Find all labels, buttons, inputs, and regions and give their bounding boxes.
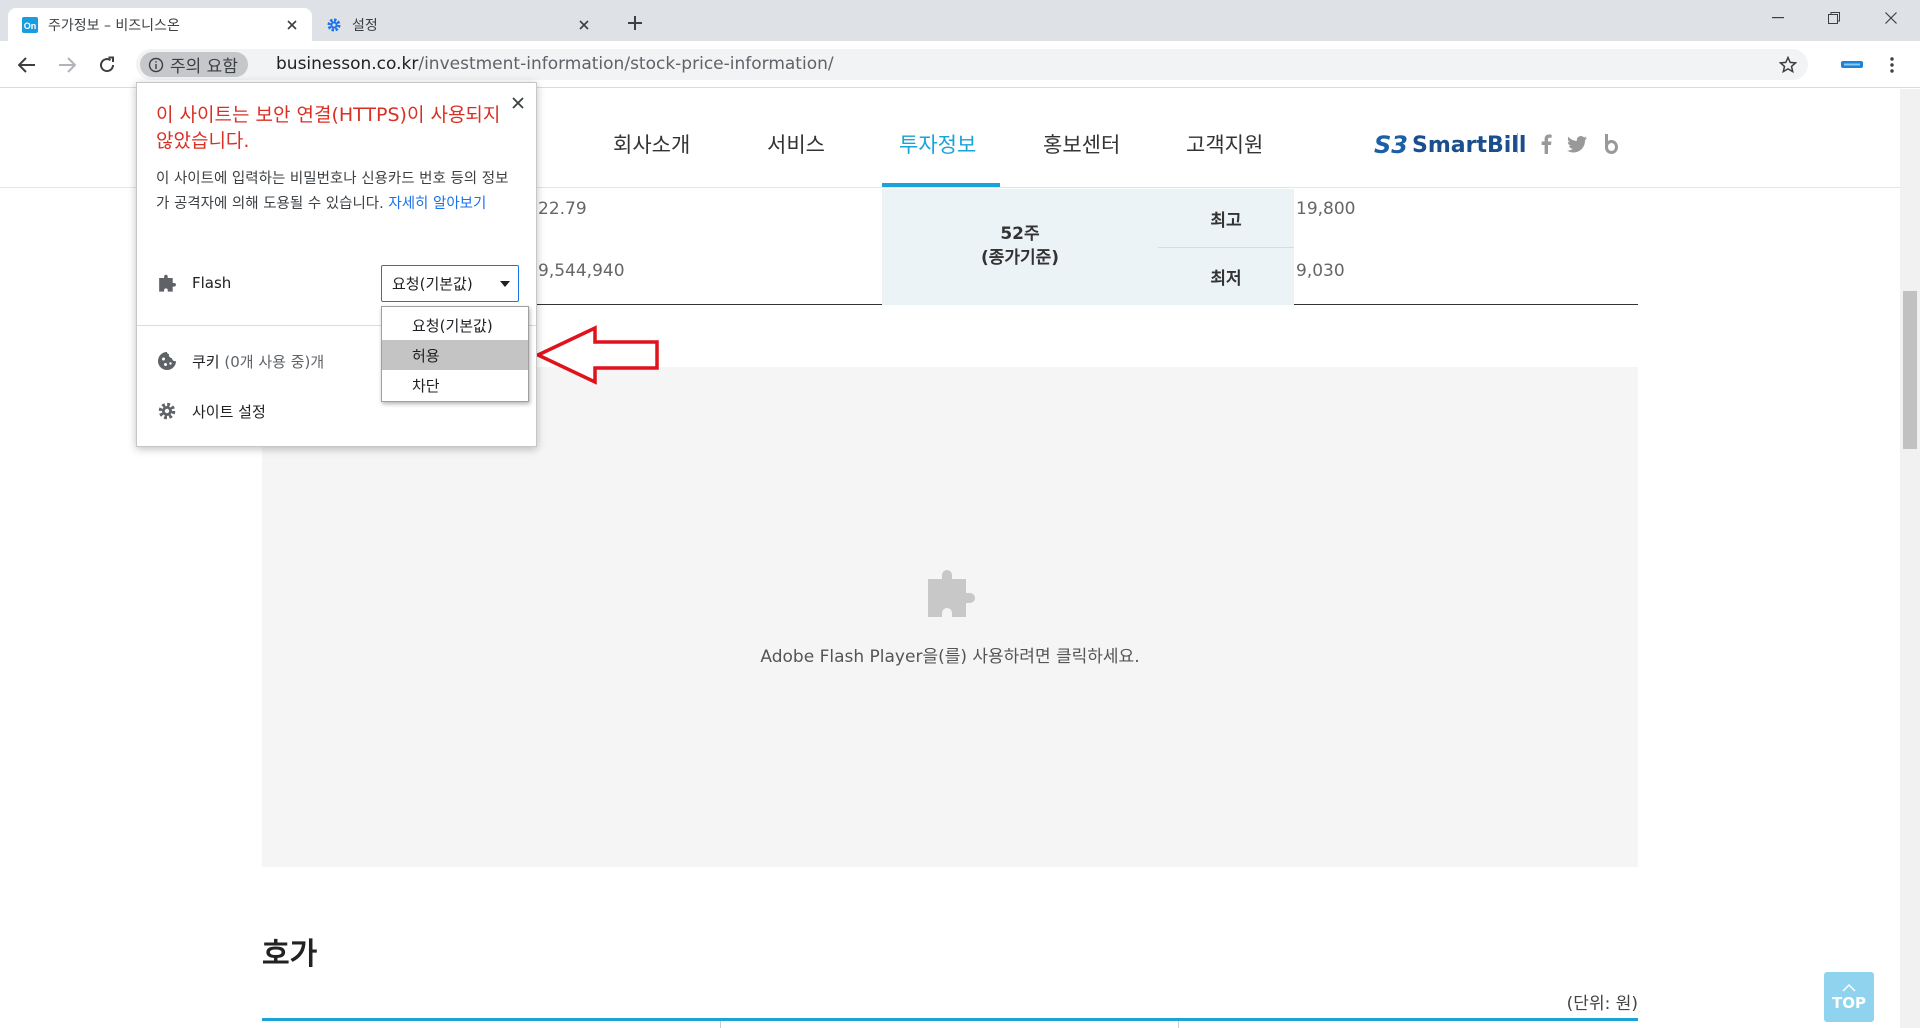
insecure-connection-warning: 이 사이트는 보안 연결(HTTPS)이 사용되지 않았습니다. <box>156 104 501 152</box>
tab-strip: On 주가정보 – 비즈니스온 설정 <box>0 0 1920 41</box>
stock-value-partial-2: 9,544,940 <box>538 261 625 281</box>
cookies-row[interactable]: 쿠키 (0개 사용 중)개 <box>156 348 324 374</box>
forward-arrow-icon[interactable] <box>52 50 82 80</box>
blog-icon[interactable] <box>1600 133 1622 155</box>
nav-support[interactable]: 고객지원 <box>1186 129 1263 159</box>
active-nav-underline <box>882 183 1000 187</box>
nav-company[interactable]: 회사소개 <box>613 129 690 159</box>
learn-more-link[interactable]: 자세히 알아보기 <box>388 196 486 212</box>
url-text[interactable]: businesson.co.kr/investment-information/… <box>276 54 834 74</box>
nav-investment[interactable]: 투자정보 <box>899 129 976 159</box>
stock-value-partial-1: 22.79 <box>538 199 587 219</box>
page-scrollbar[interactable] <box>1900 89 1920 1028</box>
url-domain: businesson.co.kr <box>276 54 419 74</box>
smartbill-logo[interactable]: S3 SmartBill <box>1374 131 1526 159</box>
svg-text:On: On <box>24 21 37 31</box>
column-divider <box>1178 1021 1179 1028</box>
info-icon <box>148 57 164 72</box>
tab-settings[interactable]: 설정 <box>312 8 604 41</box>
tab-title: 설정 <box>352 17 378 34</box>
puzzle-piece-icon <box>156 272 178 294</box>
red-arrow-annotation <box>535 325 659 385</box>
logo-divider <box>1517 133 1518 153</box>
close-tab-icon[interactable] <box>280 13 304 37</box>
close-window-icon[interactable] <box>1868 0 1914 36</box>
security-chip[interactable]: 주의 요함 <box>140 52 248 77</box>
flash-option-ask[interactable]: 요청(기본값) <box>382 310 528 340</box>
businesson-favicon-icon: On <box>22 16 38 33</box>
flash-option-allow[interactable]: 허용 <box>382 340 528 370</box>
close-icon[interactable] <box>508 93 528 113</box>
low-value: 9,030 <box>1296 261 1345 281</box>
unit-label: (단위: 원) <box>1566 994 1638 1014</box>
browser-toolbar: 주의 요함 businesson.co.kr/investment-inform… <box>0 41 1920 88</box>
bookmark-star-icon[interactable] <box>1776 53 1800 77</box>
close-tab-icon[interactable] <box>572 13 596 37</box>
hoga-table-top-border <box>262 1018 1638 1021</box>
gear-icon <box>156 400 178 422</box>
address-bar[interactable]: 주의 요함 businesson.co.kr/investment-inform… <box>136 49 1808 80</box>
more-menu-icon[interactable] <box>1880 54 1904 76</box>
scrollbar-thumb[interactable] <box>1903 291 1917 449</box>
high-label: 최고 <box>1158 189 1294 247</box>
low-label: 최저 <box>1158 248 1294 305</box>
extension-icon[interactable] <box>1840 54 1864 76</box>
reload-icon[interactable] <box>92 50 122 80</box>
flash-option-block[interactable]: 차단 <box>382 370 528 400</box>
week52-label: 52주 (종가기준) <box>882 189 1158 305</box>
column-divider <box>720 1021 721 1028</box>
nav-service[interactable]: 서비스 <box>767 129 825 159</box>
security-description: 이 사이트에 입력하는 비밀번호나 신용카드 번호 등의 정보가 공격자에 의해… <box>156 167 521 216</box>
week52-line2: (종가기준) <box>980 248 1060 268</box>
cookies-count: (0개 사용 중)개 <box>224 352 325 371</box>
url-path: /investment-information/stock-price-info… <box>418 54 834 74</box>
dropdown-caret-icon <box>500 281 510 287</box>
minimize-icon[interactable] <box>1755 0 1801 36</box>
new-tab-button[interactable] <box>620 8 650 38</box>
restore-icon[interactable] <box>1811 0 1857 36</box>
site-settings-label: 사이트 설정 <box>192 402 266 421</box>
nav-pr-center[interactable]: 홍보센터 <box>1043 129 1120 159</box>
flash-label: Flash <box>192 274 232 292</box>
back-arrow-icon[interactable] <box>12 50 42 80</box>
facebook-icon[interactable] <box>1535 133 1557 155</box>
security-chip-label: 주의 요함 <box>170 57 238 77</box>
flash-permission-row: Flash <box>156 270 231 296</box>
flash-placeholder-text: Adobe Flash Player을(를) 사용하려면 클릭하세요. <box>760 647 1140 667</box>
site-settings-row[interactable]: 사이트 설정 <box>156 398 266 424</box>
logo-text: SmartBill <box>1411 132 1527 158</box>
scroll-to-top-button[interactable]: TOP <box>1824 972 1874 1022</box>
cookies-label: 쿠키 <box>192 352 220 371</box>
chevron-up-icon <box>1842 983 1856 992</box>
hoga-heading: 호가 <box>262 937 318 972</box>
gear-icon <box>326 17 342 33</box>
top-button-label: TOP <box>1832 993 1866 1012</box>
cookie-icon <box>156 350 178 372</box>
twitter-icon[interactable] <box>1566 133 1588 155</box>
flash-options-dropdown: 요청(기본값) 허용 차단 <box>381 306 529 402</box>
logo-mark: S3 <box>1374 131 1408 159</box>
flash-select-value: 요청(기본값) <box>392 275 473 293</box>
high-value: 19,800 <box>1296 199 1356 219</box>
tab-title: 주가정보 – 비즈니스온 <box>48 17 180 34</box>
flash-permission-select[interactable]: 요청(기본값) <box>381 265 519 302</box>
plugin-puzzle-icon <box>928 570 975 617</box>
tab-stock-info[interactable]: On 주가정보 – 비즈니스온 <box>8 8 312 41</box>
week52-line1: 52주 <box>1000 224 1040 245</box>
